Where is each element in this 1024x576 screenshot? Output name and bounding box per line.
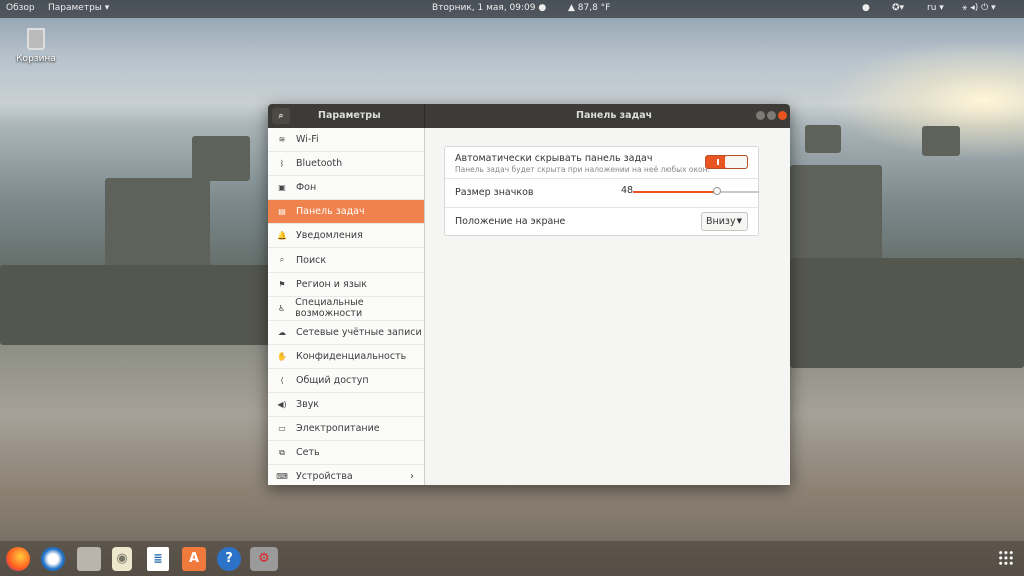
- sidebar-item-label: Фон: [296, 182, 317, 194]
- sidebar-item-label: Панель задач: [296, 206, 365, 218]
- share-icon: ⟨: [280, 375, 284, 385]
- rock: [805, 125, 841, 153]
- weather[interactable]: ▲ 87,8 °F: [568, 3, 610, 13]
- sidebar-item-label: Регион и язык: [296, 278, 367, 290]
- files-icon[interactable]: [77, 547, 101, 571]
- trash-label: Корзина: [16, 54, 56, 64]
- sidebar-item-label: Wi-Fi: [296, 134, 319, 146]
- header-bar: ⌕ Параметры Панель задач: [268, 104, 790, 128]
- position-label: Положение на экране: [455, 216, 566, 227]
- position-dropdown[interactable]: Внизу ▼: [701, 212, 748, 231]
- bluetooth-icon: ᛒ: [279, 159, 285, 169]
- sidebar-item[interactable]: ⧉ Сеть: [268, 441, 424, 466]
- minimize-button[interactable]: [756, 111, 765, 120]
- sidebar-item[interactable]: ▣ Фон: [268, 176, 424, 201]
- software-icon[interactable]: A: [182, 547, 206, 571]
- help-icon[interactable]: ?: [217, 547, 241, 571]
- flag-icon: ⚑: [278, 279, 286, 289]
- sidebar-title: Параметры: [318, 110, 381, 121]
- clock[interactable]: Вторник, 1 мая, 09:09 ●: [432, 3, 546, 13]
- language-menu[interactable]: ru ▾: [927, 3, 944, 13]
- accessibility-menu-icon[interactable]: ✪▾: [892, 3, 904, 13]
- sidebar-item[interactable]: ✋ Конфиденциальность: [268, 345, 424, 369]
- chevron-right-icon: ›: [410, 471, 414, 483]
- sidebar-item[interactable]: ▤ Панель задач: [268, 200, 424, 225]
- sidebar-item[interactable]: ☁ Сетевые учётные записи: [268, 321, 424, 345]
- power-icon: ▭: [278, 424, 286, 434]
- autohide-label: Автоматически скрывать панель задач: [455, 153, 653, 164]
- seawall: [0, 265, 270, 345]
- sidebar-item[interactable]: ⟨ Общий доступ: [268, 369, 424, 394]
- rock: [790, 165, 882, 265]
- autohide-row: Автоматически скрывать панель задач Пане…: [445, 147, 758, 179]
- thunderbird-icon[interactable]: [41, 547, 65, 571]
- window-title: Панель задач: [576, 110, 653, 121]
- autohide-switch[interactable]: [705, 155, 748, 169]
- devices-icon: ⌨: [276, 472, 288, 482]
- dropdown-arrow-icon: ▼: [736, 217, 742, 225]
- sidebar-item-label: Устройства: [296, 471, 353, 483]
- icon-size-slider[interactable]: [633, 187, 759, 195]
- sidebar-item[interactable]: ♿ Специальные возможности: [268, 297, 424, 321]
- sidebar-item[interactable]: ▭ Электропитание: [268, 417, 424, 442]
- seawall: [790, 258, 1024, 368]
- icon-size-value: 48: [621, 185, 634, 196]
- bell-icon: 🔔: [277, 231, 287, 241]
- sidebar-item-label: Электропитание: [296, 423, 380, 435]
- search-icon: ⌕: [279, 255, 285, 265]
- activities-button[interactable]: Обзор: [6, 3, 35, 13]
- sidebar-item-label: Поиск: [296, 254, 327, 266]
- rock: [922, 126, 960, 156]
- sidebar-item[interactable]: ᛒ Bluetooth: [268, 152, 424, 177]
- rock: [105, 178, 210, 273]
- sidebar-item[interactable]: ⚑ Регион и язык: [268, 273, 424, 297]
- top-bar: Обзор Параметры ▾ Вторник, 1 мая, 09:09 …: [0, 0, 1024, 18]
- dock-settings-panel: Автоматически скрывать панель задач Пане…: [444, 146, 759, 236]
- slider-thumb[interactable]: [713, 187, 722, 195]
- show-applications-icon[interactable]: [998, 550, 1014, 566]
- trash-icon: [27, 28, 45, 50]
- dock: ◉ ≣ A ? ⚙: [0, 541, 1024, 576]
- rock: [192, 136, 250, 181]
- firefox-icon[interactable]: [6, 547, 30, 571]
- sidebar-item-label: Сеть: [296, 447, 320, 459]
- sidebar-item-label: Bluetooth: [296, 158, 343, 170]
- position-row: Положение на экране Внизу ▼: [445, 208, 758, 236]
- sidebar-item-label: Специальные возможности: [295, 297, 364, 320]
- sidebar: ≋ Wi-Fi ᛒ Bluetooth ▣ Фон ▤ Панель задач 🔔 Уведом…: [268, 128, 425, 485]
- maximize-button[interactable]: [767, 111, 776, 120]
- tray-icon[interactable]: ●: [862, 3, 870, 13]
- settings-window: ⌕ Параметры Панель задач ≋ Wi-Fi ᛒ Bluetoot…: [268, 104, 790, 485]
- background-icon: ▣: [278, 183, 286, 193]
- sidebar-item-label: Сетевые учётные записи: [296, 326, 422, 338]
- wifi-icon: ≋: [278, 135, 286, 145]
- desktop-trash[interactable]: Корзина: [14, 28, 58, 64]
- online-accounts-icon: ☁: [278, 327, 286, 337]
- search-button[interactable]: ⌕: [272, 108, 290, 124]
- sound-icon: ◀): [277, 400, 287, 410]
- settings-icon[interactable]: ⚙: [250, 547, 278, 571]
- close-button[interactable]: [778, 111, 787, 120]
- sidebar-item[interactable]: ≋ Wi-Fi: [268, 128, 424, 153]
- sidebar-item-label: Уведомления: [296, 230, 363, 242]
- sidebar-item-label: Звук: [296, 399, 320, 411]
- system-menu[interactable]: ⚹ ◂) ⏻ ▾: [962, 3, 996, 13]
- writer-icon[interactable]: ≣: [147, 547, 169, 571]
- privacy-icon: ✋: [277, 351, 287, 361]
- app-menu[interactable]: Параметры ▾: [48, 3, 109, 13]
- sidebar-item-label: Общий доступ: [296, 374, 369, 386]
- position-value: Внизу: [706, 216, 736, 227]
- accessibility-icon: ♿: [278, 303, 286, 313]
- sidebar-item[interactable]: ◀) Звук: [268, 393, 424, 418]
- sidebar-item[interactable]: ⌨ Устройства ›: [268, 465, 424, 485]
- icon-size-row: Размер значков 48: [445, 179, 759, 208]
- sidebar-item[interactable]: 🔔 Уведомления: [268, 224, 424, 249]
- sidebar-item[interactable]: ⌕ Поиск: [268, 248, 424, 273]
- rhythmbox-icon[interactable]: ◉: [112, 547, 132, 571]
- autohide-description: Панель задач будет скрыта при наложении …: [455, 165, 710, 174]
- dock-icon: ▤: [278, 207, 286, 217]
- icon-size-label: Размер значков: [455, 187, 534, 198]
- sidebar-item-label: Конфиденциальность: [296, 350, 407, 362]
- network-icon: ⧉: [279, 447, 285, 457]
